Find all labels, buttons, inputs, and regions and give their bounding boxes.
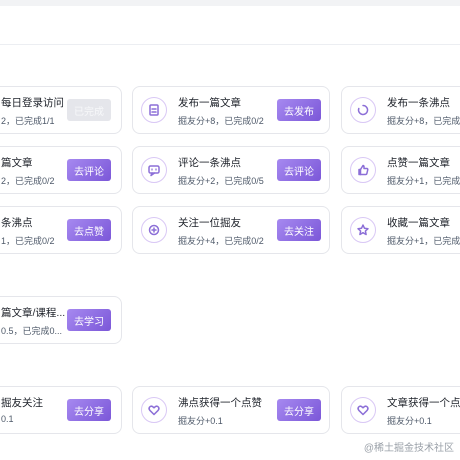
task-progress: 掘友分+0.1 bbox=[387, 416, 432, 426]
task-card-share-follow: 掘友关注 0.1 去分享 bbox=[0, 386, 122, 434]
heart-icon bbox=[141, 397, 167, 423]
task-card-daily-login: 每日登录访问 2，已完成1/1 已完成 bbox=[0, 86, 122, 134]
task-progress: 掘友分+0.1 bbox=[178, 416, 223, 426]
share-button[interactable]: 去分享 bbox=[67, 399, 111, 421]
publish-button[interactable]: 去发布 bbox=[277, 99, 321, 121]
task-card-like-pin: 条沸点 1，已完成0/2 去点赞 bbox=[0, 206, 122, 254]
task-progress: 掘友分+8，已完成0/2 bbox=[387, 116, 460, 126]
task-title: 沸点获得一个点赞 bbox=[178, 397, 262, 409]
study-button[interactable]: 去学习 bbox=[67, 309, 111, 331]
task-title: 关注一位掘友 bbox=[178, 217, 241, 229]
task-title: 掘友关注 bbox=[1, 397, 43, 409]
task-card-pin-liked: 沸点获得一个点赞 掘友分+0.1 去分享 bbox=[132, 386, 330, 434]
comment-button[interactable]: 去评论 bbox=[277, 159, 321, 181]
watermark: @稀土掘金技术社区 bbox=[363, 443, 454, 454]
task-card-comment-article: 篇文章 2，已完成0/2 去评论 bbox=[0, 146, 122, 194]
task-title: 评论一条沸点 bbox=[178, 157, 241, 169]
like-button[interactable]: 去点赞 bbox=[67, 219, 111, 241]
follow-button[interactable]: 去关注 bbox=[277, 219, 321, 241]
heart-icon bbox=[350, 397, 376, 423]
star-icon bbox=[350, 217, 376, 243]
share-button[interactable]: 去分享 bbox=[277, 399, 321, 421]
task-progress: 2，已完成1/1 bbox=[1, 116, 55, 126]
task-title: 条沸点 bbox=[1, 217, 33, 229]
top-bar bbox=[0, 0, 460, 6]
task-card-collect-article: 收藏一篇文章 掘友分+1，已完成0/2 bbox=[341, 206, 460, 254]
task-title: 文章获得一个点赞 bbox=[387, 397, 460, 409]
document-icon bbox=[141, 97, 167, 123]
task-progress: 掘友分+8，已完成0/2 bbox=[178, 116, 264, 126]
task-title: 点赞一篇文章 bbox=[387, 157, 450, 169]
task-title: 收藏一篇文章 bbox=[387, 217, 450, 229]
comment-button[interactable]: 去评论 bbox=[67, 159, 111, 181]
task-progress: 掘友分+2，已完成0/5 bbox=[178, 176, 264, 186]
task-progress: 掘友分+1，已完成0/2 bbox=[387, 236, 460, 246]
task-title: 篇文章/课程... bbox=[1, 307, 66, 319]
task-card-like-article: 点赞一篇文章 掘友分+1，已完成0/2 bbox=[341, 146, 460, 194]
task-card-read-course: 篇文章/课程... 0.5，已完成0... 去学习 bbox=[0, 296, 122, 344]
task-progress: 0.5，已完成0... bbox=[1, 326, 63, 336]
add-user-icon bbox=[141, 217, 167, 243]
task-card-publish-article: 发布一篇文章 掘友分+8，已完成0/2 去发布 bbox=[132, 86, 330, 134]
task-title: 发布一篇文章 bbox=[178, 97, 241, 109]
task-progress: 1，已完成0/2 bbox=[1, 236, 55, 246]
task-card-publish-pin: 发布一条沸点 掘友分+8，已完成0/2 bbox=[341, 86, 460, 134]
thumbs-up-icon bbox=[350, 157, 376, 183]
task-title: 每日登录访问 bbox=[1, 97, 64, 109]
task-progress: 掘友分+4，已完成0/2 bbox=[178, 236, 264, 246]
task-card-comment-pin: 评论一条沸点 掘友分+2，已完成0/5 去评论 bbox=[132, 146, 330, 194]
loading-circle-icon bbox=[350, 97, 376, 123]
task-title: 发布一条沸点 bbox=[387, 97, 450, 109]
completed-button[interactable]: 已完成 bbox=[67, 99, 111, 121]
comment-icon bbox=[141, 157, 167, 183]
task-card-follow-user: 关注一位掘友 掘友分+4，已完成0/2 去关注 bbox=[132, 206, 330, 254]
task-progress: 掘友分+1，已完成0/2 bbox=[387, 176, 460, 186]
task-title: 篇文章 bbox=[1, 157, 33, 169]
task-card-article-liked: 文章获得一个点赞 掘友分+0.1 bbox=[341, 386, 460, 434]
task-progress: 2，已完成0/2 bbox=[1, 176, 55, 186]
task-progress: 0.1 bbox=[1, 414, 14, 424]
header-divider bbox=[0, 44, 460, 45]
